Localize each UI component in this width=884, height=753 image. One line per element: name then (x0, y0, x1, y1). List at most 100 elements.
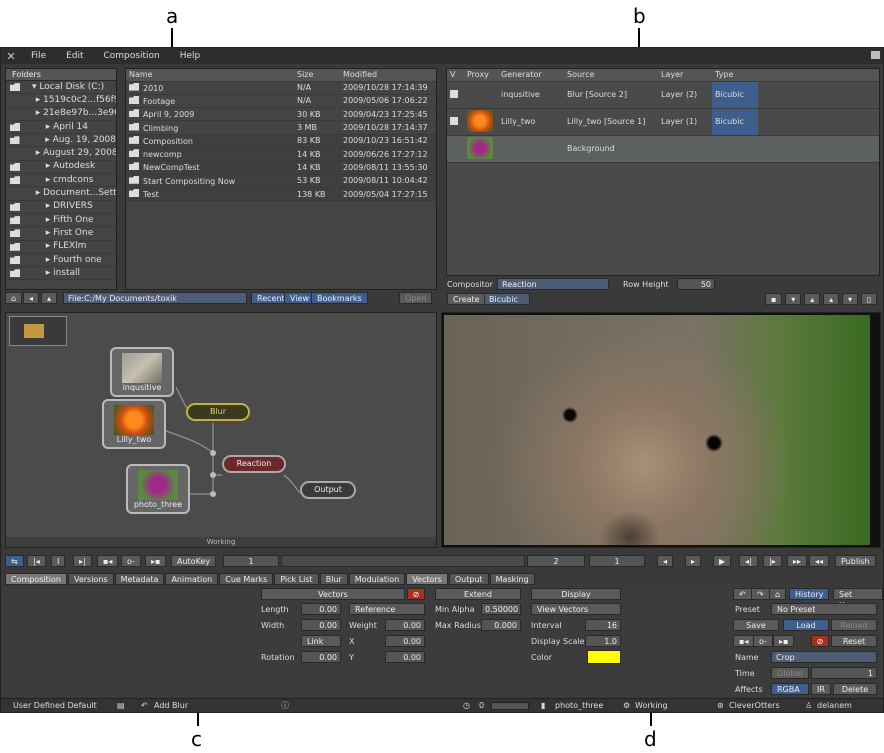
current-frame-field[interactable]: 2 (527, 555, 585, 567)
go-end-icon[interactable]: ▸| (73, 555, 92, 567)
move-bottom-icon[interactable]: ▾ (841, 293, 858, 305)
layer-tool-icon[interactable]: ▪ (765, 293, 783, 305)
reaction-node[interactable]: Reaction (222, 455, 286, 473)
expand-right-icon[interactable]: ▸ (30, 108, 43, 120)
weight-field[interactable]: 0.00 (385, 619, 425, 631)
folder-item[interactable]: ▸ Document...Settings (6, 187, 116, 201)
link-dropdown[interactable]: Link (301, 635, 341, 647)
layer-row[interactable]: Lilly_two Lilly_two [Source 1] Layer (1)… (447, 108, 879, 136)
file-row[interactable]: Start Compositing Now 53 KB 2009/08/11 10:… (126, 174, 436, 188)
keyboard-icon[interactable]: ▤ (117, 699, 125, 712)
next-key-icon[interactable]: ▸▸ (787, 555, 808, 567)
disable-icon[interactable]: ⊘ (811, 635, 829, 647)
expand-right-icon[interactable]: ▸ (40, 134, 53, 146)
save-button[interactable]: Save (733, 619, 779, 631)
file-col-modified[interactable]: Modified (340, 69, 436, 82)
time-mode-dropdown[interactable]: Global (771, 667, 809, 679)
tab-pick-list[interactable]: Pick List (274, 573, 319, 585)
move-down-icon[interactable]: ▾ (785, 293, 802, 305)
play-back-icon[interactable]: ◂ (657, 555, 674, 567)
affects-dropdown[interactable]: RGBA (771, 683, 809, 695)
key-prev-icon[interactable]: ▪◂ (97, 555, 119, 567)
menu-composition[interactable]: Composition (94, 51, 170, 61)
visibility-checkbox[interactable] (450, 116, 458, 125)
file-col-name[interactable]: Name (126, 69, 294, 82)
folder-item[interactable]: ▸ install (6, 267, 116, 281)
folder-item[interactable]: ▸ Fourth one (6, 254, 116, 268)
load-button[interactable]: Load (783, 619, 829, 631)
expand-right-icon[interactable]: ▸ (40, 201, 53, 213)
layer-row[interactable]: inqusitive Blur [Source 2] Layer (2) Bic… (447, 81, 879, 109)
compositor-field[interactable]: Reaction (497, 278, 609, 290)
file-row[interactable]: April 9, 2009 30 KB 2009/04/23 17:25:45 (126, 107, 436, 122)
node-inqusitive[interactable]: inqusitive (110, 347, 174, 397)
tab-animation[interactable]: Animation (165, 573, 219, 585)
reference-dropdown[interactable]: Reference (349, 603, 425, 615)
expand-right-icon[interactable]: ▸ (40, 161, 53, 173)
autokey-button[interactable]: AutoKey (171, 555, 217, 567)
folder-item[interactable]: ▸ First One (6, 227, 116, 241)
minimize-icon[interactable] (871, 51, 880, 59)
expand-right-icon[interactable]: ▸ (30, 187, 43, 199)
timeline-bar[interactable] (281, 555, 525, 567)
min-alpha-field[interactable]: 0.50000 (481, 603, 521, 615)
home-icon[interactable]: ⌂ (5, 292, 23, 304)
preset-dropdown[interactable]: No Preset (771, 603, 877, 615)
play-loop-icon[interactable]: ▶ (713, 555, 732, 567)
expand-right-icon[interactable]: ▸ (30, 147, 43, 159)
folder-item[interactable]: ▸ FLEXlm (6, 241, 116, 254)
length-field[interactable]: 0.00 (301, 603, 341, 615)
home-icon[interactable]: ⌂ (769, 588, 787, 600)
interval-field[interactable]: 16 (585, 619, 621, 631)
name-field[interactable]: Crop (771, 651, 877, 663)
menu-help[interactable]: Help (170, 51, 211, 61)
key-icon[interactable]: o- (753, 635, 773, 647)
expand-right-icon[interactable]: ▸ (40, 121, 53, 133)
publish-button[interactable]: Publish (835, 555, 876, 567)
file-row[interactable]: Composition 83 KB 2009/10/23 16:51:42 (126, 134, 436, 148)
menu-file[interactable]: File (21, 51, 56, 61)
tab-composition[interactable]: Composition (5, 573, 67, 585)
prev-key-icon[interactable]: ◂◂ (809, 555, 830, 567)
move-top-icon[interactable]: ▴ (823, 293, 840, 305)
key-icon[interactable]: o- (121, 555, 141, 567)
expand-right-icon[interactable]: ▸ (40, 267, 53, 279)
key-next-icon[interactable]: ▸▪ (773, 635, 795, 647)
folder-item[interactable]: ▸ Fifth One (6, 214, 116, 228)
output-node[interactable]: Output (300, 481, 356, 499)
file-row[interactable]: Footage N/A 2009/05/06 17:06:22 (126, 94, 436, 109)
tab-modulation[interactable]: Modulation (348, 573, 406, 585)
display-scale-field[interactable]: 1.0 (585, 635, 621, 647)
folder-item[interactable]: ▾ Local Disk (C:) (6, 81, 116, 95)
width-field[interactable]: 0.00 (301, 619, 341, 631)
back-icon[interactable]: ◂ (23, 292, 40, 304)
tab-masking[interactable]: Masking (489, 573, 535, 585)
file-row[interactable]: 2010 N/A 2009/10/28 17:14:39 (126, 81, 436, 95)
menu-edit[interactable]: Edit (56, 51, 93, 61)
expand-right-icon[interactable]: ▸ (40, 254, 53, 266)
x-field[interactable]: 0.00 (385, 635, 425, 647)
bookmarks-button[interactable]: Bookmarks (311, 292, 368, 304)
move-up-icon[interactable]: ▴ (804, 293, 821, 305)
link-icon[interactable]: ⇆ (5, 555, 24, 567)
step-back-icon[interactable]: ◂| (739, 555, 758, 567)
reload-button[interactable]: Reload (831, 619, 877, 631)
folder-item[interactable]: ▸ 21e8e97b...3e96bf4 (6, 108, 116, 121)
folder-item[interactable]: ▸ April 14 (6, 121, 116, 135)
tab-vectors[interactable]: Vectors (406, 573, 448, 585)
folder-item[interactable]: ▸ 1519c0c2...f56f9c20 (6, 94, 116, 108)
layer-type[interactable]: Bicubic (712, 81, 758, 109)
up-icon[interactable]: ▴ (41, 292, 58, 304)
file-col-size[interactable]: Size (294, 69, 340, 82)
expand-right-icon[interactable]: ▸ (40, 174, 53, 186)
file-row[interactable]: newcomp 14 KB 2009/06/26 17:27:12 (126, 147, 436, 162)
folder-item[interactable]: ▸ Autodesk (6, 161, 116, 175)
create-button[interactable]: Create (447, 293, 486, 305)
path-input[interactable]: File:C:/My Documents/toxik (63, 292, 247, 304)
set-home-button[interactable]: Set Home (833, 588, 883, 610)
reset-button[interactable]: Reset (831, 635, 877, 647)
folder-item[interactable]: ▸ August 29, 2008 (6, 147, 116, 161)
ir-dropdown[interactable]: IR (811, 683, 831, 695)
row-height-field[interactable]: 50 (677, 278, 715, 290)
create-type-field[interactable]: Bicubic (484, 293, 530, 305)
